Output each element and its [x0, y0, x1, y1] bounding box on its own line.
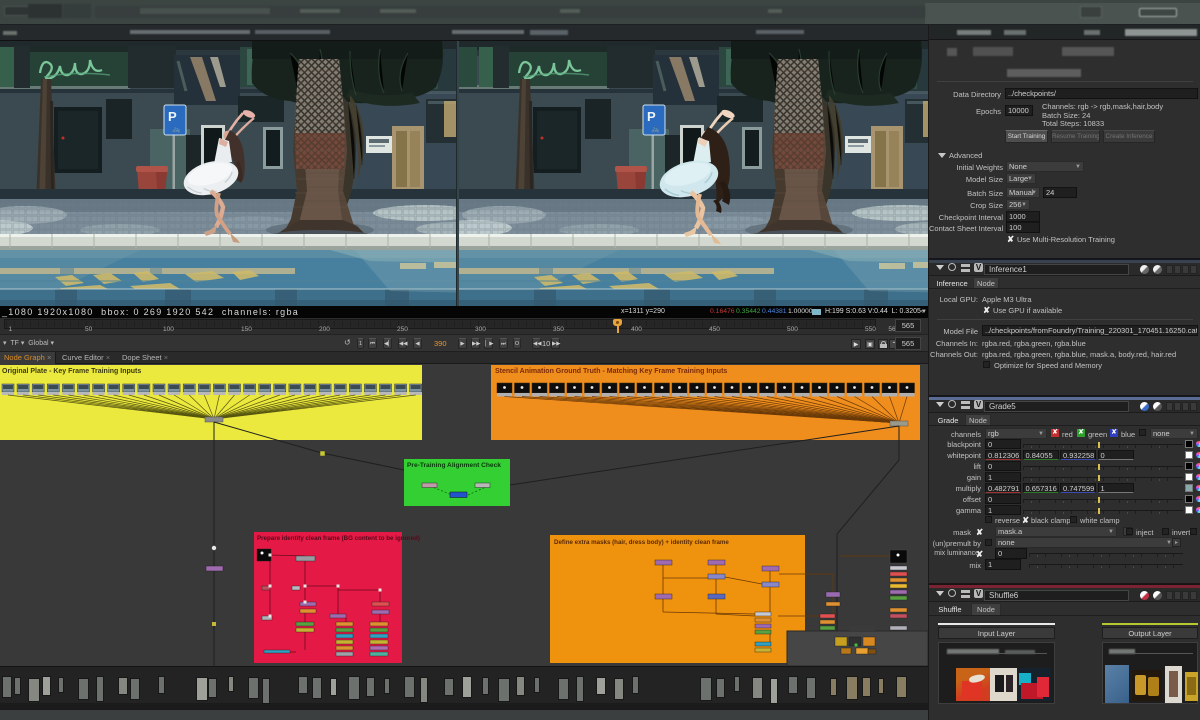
- svg-text:Define extra masks (hair, dres: Define extra masks (hair, dress body) + …: [554, 539, 729, 546]
- svg-text:Pre-Training Alignment Check: Pre-Training Alignment Check: [407, 462, 501, 469]
- svg-text:Prepare identity clean frame (: Prepare identity clean frame (BG content…: [257, 535, 420, 542]
- svg-text:Original Plate - Key Frame Tra: Original Plate - Key Frame Training Inpu…: [2, 368, 141, 375]
- svg-text:Stencil Animation Ground Truth: Stencil Animation Ground Truth - Matchin…: [495, 368, 727, 375]
